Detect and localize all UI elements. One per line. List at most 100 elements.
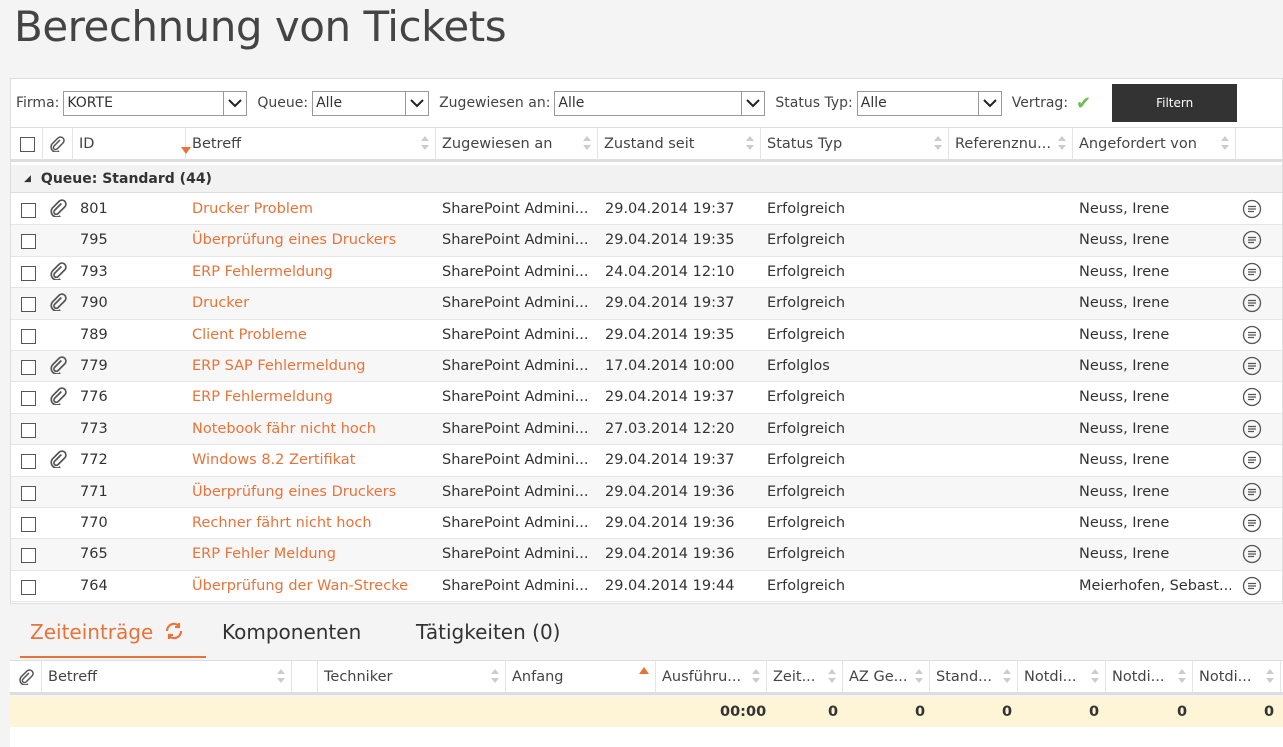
row-checkbox[interactable]	[21, 516, 36, 532]
time-col-subject[interactable]: Betreff	[42, 661, 292, 693]
time-col-time[interactable]: Zeit...	[767, 661, 843, 693]
column-since[interactable]: Zustand seit	[598, 128, 761, 160]
ticket-since: 17.04.2014 10:00	[605, 357, 735, 374]
ticket-subject-link[interactable]: ERP Fehlermeldung	[192, 264, 333, 280]
ticket-subject-link[interactable]: Drucker	[192, 295, 249, 311]
row-checkbox[interactable]	[21, 328, 36, 344]
table-row[interactable]: 776 ERP Fehlermeldung SharePoint Admini...…	[11, 382, 1282, 414]
time-col-technician[interactable]: Techniker	[318, 661, 506, 693]
queue-select[interactable]: Alle	[312, 90, 430, 116]
row-checkbox[interactable]	[21, 203, 36, 218]
ticket-subject-link[interactable]: ERP Fehler Meldung	[192, 546, 336, 562]
column-reference[interactable]: Referenznu...	[949, 128, 1073, 160]
total-standard: 0	[1002, 704, 1013, 720]
ticket-id: 779	[80, 357, 108, 374]
table-row[interactable]: 790 Drucker SharePoint Admini... 29.04.2014…	[11, 288, 1282, 320]
column-id[interactable]: ID	[73, 128, 191, 160]
details-icon[interactable]	[1242, 356, 1262, 380]
chevron-down-icon[interactable]	[223, 91, 246, 115]
details-icon[interactable]	[1242, 419, 1262, 443]
chevron-down-icon[interactable]	[405, 91, 428, 115]
total-time: 0	[828, 704, 839, 720]
time-col-az-label: AZ Ge...	[849, 669, 908, 685]
column-requester[interactable]: Angefordert von	[1073, 128, 1236, 160]
check-icon[interactable]: ✔	[1076, 93, 1091, 114]
row-checkbox[interactable]	[21, 454, 36, 470]
sort-icon	[1091, 669, 1099, 683]
tab-components[interactable]: Komponenten	[222, 620, 361, 644]
firma-select[interactable]: KORTE	[63, 90, 248, 116]
group-label: Queue: Standard (44)	[40, 170, 212, 187]
time-col-emergency-3[interactable]: Notdi...	[1193, 661, 1281, 693]
time-col-standard[interactable]: Stand...	[930, 661, 1018, 693]
table-row[interactable]: 773 Notebook fähr nicht hoch SharePoint Ad…	[11, 413, 1282, 446]
row-checkbox[interactable]	[21, 265, 36, 281]
table-row[interactable]: 764 Überprüfung der Wan-Strecke SharePoint…	[11, 571, 1282, 603]
time-col-execution[interactable]: Ausführu...	[656, 661, 767, 693]
time-col-start[interactable]: Anfang	[506, 661, 656, 693]
collapse-triangle-icon[interactable]: ◢	[24, 174, 31, 184]
chevron-down-icon[interactable]	[741, 91, 764, 115]
tab-time-entries[interactable]: Zeiteinträge	[30, 620, 184, 644]
row-checkbox[interactable]	[21, 391, 36, 407]
details-icon[interactable]	[1242, 544, 1262, 568]
time-col-emergency-1[interactable]: Notdi...	[1018, 661, 1106, 693]
details-icon[interactable]	[1242, 576, 1262, 600]
assigned-value: Alle	[558, 94, 585, 111]
row-checkbox[interactable]	[21, 579, 36, 595]
ticket-subject-link[interactable]: Rechner fährt nicht hoch	[192, 515, 372, 531]
column-assigned[interactable]: Zugewiesen an	[436, 128, 598, 160]
ticket-subject-link[interactable]: Windows 8.2 Zertifikat	[192, 452, 355, 468]
details-icon[interactable]	[1242, 513, 1262, 537]
table-row[interactable]: 793 ERP Fehlermeldung SharePoint Admini...…	[11, 257, 1282, 289]
details-icon[interactable]	[1242, 199, 1262, 223]
group-header[interactable]: ◢ Queue: Standard (44)	[11, 165, 1282, 193]
table-row[interactable]: 765 ERP Fehler Meldung SharePoint Admini..…	[11, 539, 1282, 571]
details-icon[interactable]	[1242, 482, 1262, 506]
row-checkbox[interactable]	[21, 548, 36, 564]
details-icon[interactable]	[1242, 325, 1262, 349]
column-status[interactable]: Status Typ	[761, 128, 949, 160]
table-row[interactable]: 789 Client Probleme SharePoint Admini... 29…	[11, 320, 1282, 351]
table-row[interactable]: 801 Drucker Problem SharePoint Admini... 29…	[11, 194, 1282, 226]
chevron-down-icon[interactable]	[977, 91, 1001, 115]
status-select[interactable]: Alle	[856, 90, 1002, 116]
filter-button[interactable]: Filtern	[1112, 84, 1238, 122]
table-row[interactable]: 771 Überprüfung eines Druckers SharePoint …	[11, 476, 1282, 508]
attachment-column[interactable]	[10, 661, 42, 693]
table-row[interactable]: 795 Überprüfung eines Druckers SharePoint …	[11, 225, 1282, 257]
ticket-subject-link[interactable]: Überprüfung eines Druckers	[192, 484, 396, 500]
ticket-subject-link[interactable]: Drucker Problem	[192, 201, 313, 217]
time-col-emergency-2[interactable]: Notdi...	[1106, 661, 1193, 693]
details-icon[interactable]	[1242, 262, 1262, 286]
tab-activities[interactable]: Tätigkeiten (0)	[416, 620, 560, 644]
details-icon[interactable]	[1242, 450, 1262, 474]
attachment-column[interactable]	[43, 128, 73, 160]
table-row[interactable]: 770 Rechner fährt nicht hoch SharePoint Ad…	[11, 508, 1282, 540]
row-checkbox[interactable]	[21, 359, 36, 375]
ticket-assigned: SharePoint Admini...	[442, 546, 589, 563]
column-subject[interactable]: Betreff	[186, 128, 436, 160]
row-checkbox[interactable]	[21, 485, 36, 501]
detail-tabs: Zeiteinträge Komponenten Tätigkeiten (0)	[10, 608, 1283, 660]
time-col-az[interactable]: AZ Ge...	[843, 661, 930, 693]
select-all-checkbox[interactable]	[20, 136, 35, 152]
table-row[interactable]: 772 Windows 8.2 Zertifikat SharePoint Admi…	[11, 445, 1282, 477]
ticket-subject-link[interactable]: Client Probleme	[192, 327, 307, 343]
refresh-icon[interactable]	[164, 622, 184, 640]
details-icon[interactable]	[1242, 387, 1262, 411]
ticket-subject-link[interactable]: Überprüfung der Wan-Strecke	[192, 578, 408, 594]
details-icon[interactable]	[1242, 293, 1262, 317]
details-icon[interactable]	[1242, 230, 1262, 254]
assigned-label: Zugewiesen an:	[439, 95, 551, 111]
ticket-subject-link[interactable]: ERP SAP Fehlermeldung	[192, 358, 366, 374]
row-checkbox[interactable]	[21, 422, 36, 438]
row-checkbox[interactable]	[21, 297, 36, 313]
assigned-select[interactable]: Alle	[554, 90, 766, 116]
ticket-subject-link[interactable]: Überprüfung eines Druckers	[192, 232, 396, 248]
ticket-subject-link[interactable]: ERP Fehlermeldung	[192, 389, 333, 405]
status-label: Status Typ:	[775, 95, 853, 111]
row-checkbox[interactable]	[21, 234, 36, 250]
table-row[interactable]: 779 ERP SAP Fehlermeldung SharePoint Admin…	[11, 350, 1282, 383]
ticket-subject-link[interactable]: Notebook fähr nicht hoch	[192, 421, 376, 437]
